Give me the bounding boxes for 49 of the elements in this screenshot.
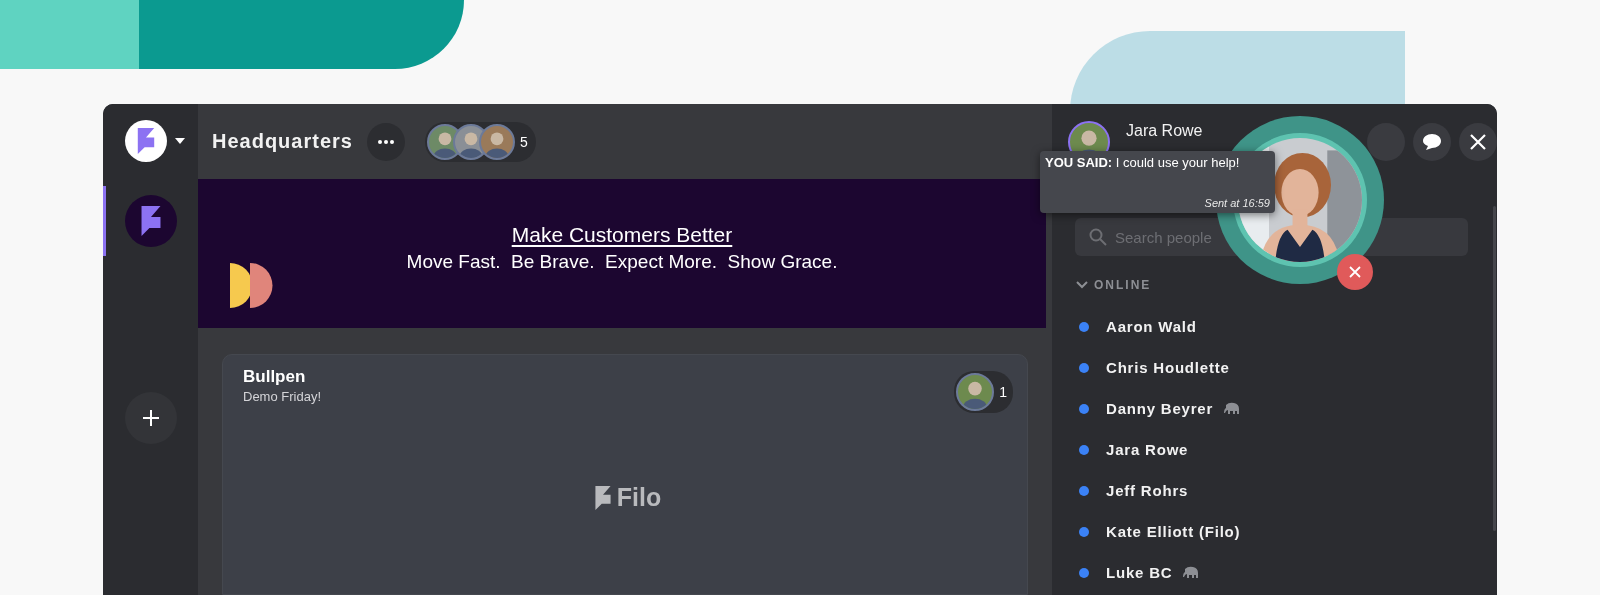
person-item[interactable]: Kate Elliott (Filo) [1052,511,1497,552]
section-toggle[interactable]: ONLINE [1076,278,1152,292]
chat-button[interactable] [1413,122,1451,161]
member-count: 5 [519,133,528,150]
logo-icon [594,485,611,510]
plus-icon [142,410,159,426]
caret-icon[interactable] [174,138,185,144]
profile-name: Jara Rowe [1126,121,1203,140]
chevron-icon [1076,281,1088,289]
person-item[interactable]: Danny Beyrer [1052,388,1497,429]
avatar [956,373,995,411]
elephant-icon [1182,565,1201,580]
chat-icon [1422,132,1442,151]
status-dot [1079,485,1089,496]
status-dot [1079,444,1089,455]
person-item[interactable]: Luke BC [1052,552,1497,593]
more-button[interactable] [366,122,405,161]
member-group[interactable]: 1 [954,371,1013,413]
person-item[interactable]: Aaron Wald [1052,306,1497,347]
person-item[interactable]: Jeff Rohrs [1052,470,1497,511]
status-dot [1079,403,1089,414]
close-button[interactable] [1459,122,1497,161]
room-title: Headquarters [212,130,353,153]
person-item[interactable]: Jara Rowe [1052,429,1497,470]
status-dot [1079,321,1089,332]
banner-tagline: Move Fast. Be Brave. Expect More. Show Grace. [406,251,838,273]
round-button[interactable] [1367,122,1405,161]
status-dot [1079,362,1089,373]
search-icon [1089,228,1107,246]
end-call-button[interactable] [1337,254,1373,290]
room-subtitle: Demo Friday! [243,389,322,404]
message-time: Sent at 16:59 [1204,197,1270,209]
room-name: Bullpen [243,367,307,387]
close-icon [1470,133,1486,150]
message-text: YOU SAID: I could use your help! [1045,155,1241,170]
status-dot [1079,567,1089,578]
workspace-button[interactable] [124,195,177,247]
close-icon [1349,266,1361,278]
workspace-logo[interactable] [124,120,167,162]
member-group[interactable]: 5 [424,121,536,162]
avatar [478,123,515,160]
elephant-icon [1223,401,1242,416]
more-icon [377,139,394,144]
logo-text: Filo [616,483,662,512]
status-dot [1079,526,1089,537]
room-card[interactable]: Bullpen Demo Friday! 1 Filo [222,354,1028,595]
member-count: 1 [999,384,1007,400]
banner-title: Make Customers Better [511,223,733,247]
person-item[interactable]: Chris Houdlette [1052,347,1497,388]
